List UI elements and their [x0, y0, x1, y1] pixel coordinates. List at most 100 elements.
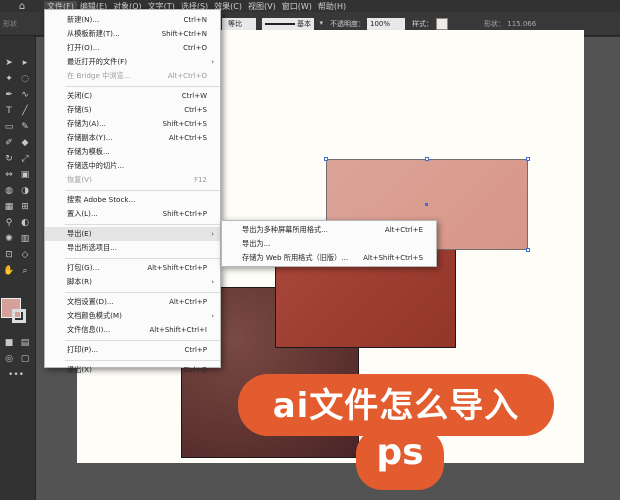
menu-item-revert: 恢复(V) F12 — [45, 173, 220, 187]
mesh-tool-icon[interactable]: ⊞ — [18, 200, 32, 214]
draw-mode-icon[interactable]: ◎ — [2, 352, 16, 366]
scale-tool-icon[interactable]: ⤢ — [18, 152, 32, 166]
anchor-handle[interactable] — [526, 248, 530, 252]
blend-tool-icon[interactable]: ◐ — [18, 216, 32, 230]
menu-view[interactable]: 视图(V) — [245, 1, 279, 12]
rectangle-tool-icon[interactable]: ▭ — [2, 120, 16, 134]
home-icon[interactable]: ⌂ — [0, 1, 44, 12]
brush-definition-select[interactable]: 基本 ▾ — [262, 18, 323, 30]
eyedropper-tool-icon[interactable]: ⚲ — [2, 216, 16, 230]
style-label: 样式： — [412, 20, 433, 28]
lasso-tool-icon[interactable]: ◌ — [18, 72, 32, 86]
menu-item-open[interactable]: 打开(O)... Ctrl+O — [45, 41, 220, 55]
anchor-handle[interactable] — [324, 157, 328, 161]
menu-item-new-from-template[interactable]: 从模板新建(T)... Shift+Ctrl+N — [45, 27, 220, 41]
direct-selection-tool-icon[interactable]: ▸ — [18, 56, 32, 70]
color-mode-icon[interactable]: ■ — [2, 336, 16, 350]
submenu-item-export-as[interactable]: 导出为... — [222, 237, 436, 251]
menu-item-scripts[interactable]: 脚本(R) › — [45, 275, 220, 289]
shortcut-text: Alt+Ctrl+S — [168, 134, 207, 142]
menu-item-color-mode[interactable]: 文档颜色模式(M) › — [45, 309, 220, 323]
shortcut-text: Ctrl+Q — [183, 366, 207, 374]
menu-separator — [65, 339, 220, 341]
shortcut-text: Alt+Ctrl+O — [167, 72, 207, 80]
menu-item-package[interactable]: 打包(G)... Alt+Shift+Ctrl+P — [45, 261, 220, 275]
shortcut-text: Alt+Shift+Ctrl+S — [363, 254, 423, 262]
anchor-handle[interactable] — [425, 157, 429, 161]
magic-wand-tool-icon[interactable]: ✦ — [2, 72, 16, 86]
symbol-sprayer-tool-icon[interactable]: ✺ — [2, 232, 16, 246]
perspective-grid-tool-icon[interactable]: ▦ — [2, 200, 16, 214]
anchor-handle[interactable] — [526, 157, 530, 161]
menu-item-export[interactable]: 导出(E) › — [45, 227, 220, 241]
menu-help[interactable]: 帮助(H) — [315, 1, 349, 12]
menu-item-exit[interactable]: 退出(X) Ctrl+Q — [45, 363, 220, 377]
shortcut-text: Alt+Shift+Ctrl+I — [149, 326, 207, 334]
menu-item-label: 导出为... — [242, 239, 271, 248]
menu-item-open-recent[interactable]: 最近打开的文件(F) › — [45, 55, 220, 69]
zoom-tool-icon[interactable]: ⌕ — [18, 264, 32, 278]
menu-item-document-setup[interactable]: 文档设置(D)... Alt+Ctrl+P — [45, 295, 220, 309]
paintbrush-tool-icon[interactable]: ✎ — [18, 120, 32, 134]
chevron-down-icon: ▾ — [319, 19, 323, 27]
eraser-tool-icon[interactable]: ◆ — [18, 136, 32, 150]
menu-item-label: 文件信息(I)... — [67, 325, 111, 334]
free-transform-tool-icon[interactable]: ▣ — [18, 168, 32, 182]
shortcut-text: F12 — [194, 176, 207, 184]
more-tools-icon[interactable]: ••• — [8, 368, 24, 382]
live-paint-tool-icon[interactable]: ◑ — [18, 184, 32, 198]
menu-item-save[interactable]: 存储(S) Ctrl+S — [45, 103, 220, 117]
menu-item-label: 存储为(A)... — [67, 119, 106, 128]
menu-item-label: 存储选中的切片... — [67, 161, 125, 170]
artboard-tool-icon[interactable]: ⊡ — [2, 248, 16, 262]
shortcut-text: Ctrl+W — [181, 92, 207, 100]
menu-item-save-slices[interactable]: 存储选中的切片... — [45, 159, 220, 173]
menu-item-new[interactable]: 新建(N)... Ctrl+N — [45, 13, 220, 27]
pen-tool-icon[interactable]: ✒ — [2, 88, 16, 102]
shape-builder-tool-icon[interactable]: ◍ — [2, 184, 16, 198]
rotate-tool-icon[interactable]: ↻ — [2, 152, 16, 166]
selection-tool-icon[interactable]: ➤ — [2, 56, 16, 70]
menu-item-file-info[interactable]: 文件信息(I)... Alt+Shift+Ctrl+I — [45, 323, 220, 337]
menu-item-export-selection[interactable]: 导出所选项目... — [45, 241, 220, 255]
overlay-title-line2: ps — [376, 432, 424, 473]
shaper-tool-icon[interactable]: ✐ — [2, 136, 16, 150]
menu-item-label: 存储副本(Y)... — [67, 133, 113, 142]
screen-mode-icon[interactable]: ▢ — [18, 352, 32, 366]
stroke-color-swatch[interactable] — [12, 309, 26, 323]
slice-tool-icon[interactable]: ◇ — [18, 248, 32, 262]
line-tool-icon[interactable]: ╱ — [18, 104, 32, 118]
gradient-mode-icon[interactable]: ▤ — [18, 336, 32, 350]
menu-item-label: 退出(X) — [67, 365, 92, 374]
menu-item-search-stock[interactable]: 搜索 Adobe Stock... — [45, 193, 220, 207]
chevron-right-icon: › — [211, 58, 214, 66]
width-value[interactable]: 115.066 — [507, 20, 536, 28]
menu-item-place[interactable]: 置入(L)... Shift+Ctrl+P — [45, 207, 220, 221]
width-tool-icon[interactable]: ⇔ — [2, 168, 16, 182]
column-graph-tool-icon[interactable]: ▥ — [18, 232, 32, 246]
curvature-tool-icon[interactable]: ∿ — [18, 88, 32, 102]
opacity-input[interactable]: 100% — [367, 18, 405, 30]
menu-item-save-copy[interactable]: 存储副本(Y)... Alt+Ctrl+S — [45, 131, 220, 145]
tools-panel: ➤ ▸ ✦ ◌ ✒ ∿ T ╱ ▭ ✎ ✐ ◆ ↻ ⤢ ⇔ ▣ ◍ ◑ ▦ ⊞ … — [0, 36, 36, 500]
menu-window[interactable]: 窗口(W) — [279, 1, 315, 12]
stroke-profile-select[interactable]: 等比 ▾ — [222, 18, 265, 30]
shortcut-text: Ctrl+S — [184, 106, 207, 114]
submenu-item-save-for-web[interactable]: 存储为 Web 所用格式（旧版）... Alt+Shift+Ctrl+S — [222, 251, 436, 265]
overlay-title-line1: ai文件怎么导入 — [272, 386, 520, 426]
menu-item-close[interactable]: 关闭(C) Ctrl+W — [45, 89, 220, 103]
shortcut-text: Ctrl+N — [183, 16, 207, 24]
type-tool-icon[interactable]: T — [2, 104, 16, 118]
submenu-item-export-screens[interactable]: 导出为多种屏幕所用格式... Alt+Ctrl+E — [222, 223, 436, 237]
menu-item-label: 打印(P)... — [67, 345, 99, 354]
shortcut-text: Shift+Ctrl+P — [162, 210, 207, 218]
menu-item-save-as[interactable]: 存储为(A)... Shift+Ctrl+S — [45, 117, 220, 131]
shape-label: 形状： — [484, 20, 505, 28]
menu-item-save-template[interactable]: 存储为模板... — [45, 145, 220, 159]
style-swatch[interactable] — [436, 18, 448, 30]
hand-tool-icon[interactable]: ✋ — [2, 264, 16, 278]
file-menu-dropdown: 新建(N)... Ctrl+N 从模板新建(T)... Shift+Ctrl+N 打… — [44, 9, 221, 374]
menu-separator — [65, 257, 220, 259]
menu-item-print[interactable]: 打印(P)... Ctrl+P — [45, 343, 220, 357]
menu-item-label: 存储(S) — [67, 105, 92, 114]
